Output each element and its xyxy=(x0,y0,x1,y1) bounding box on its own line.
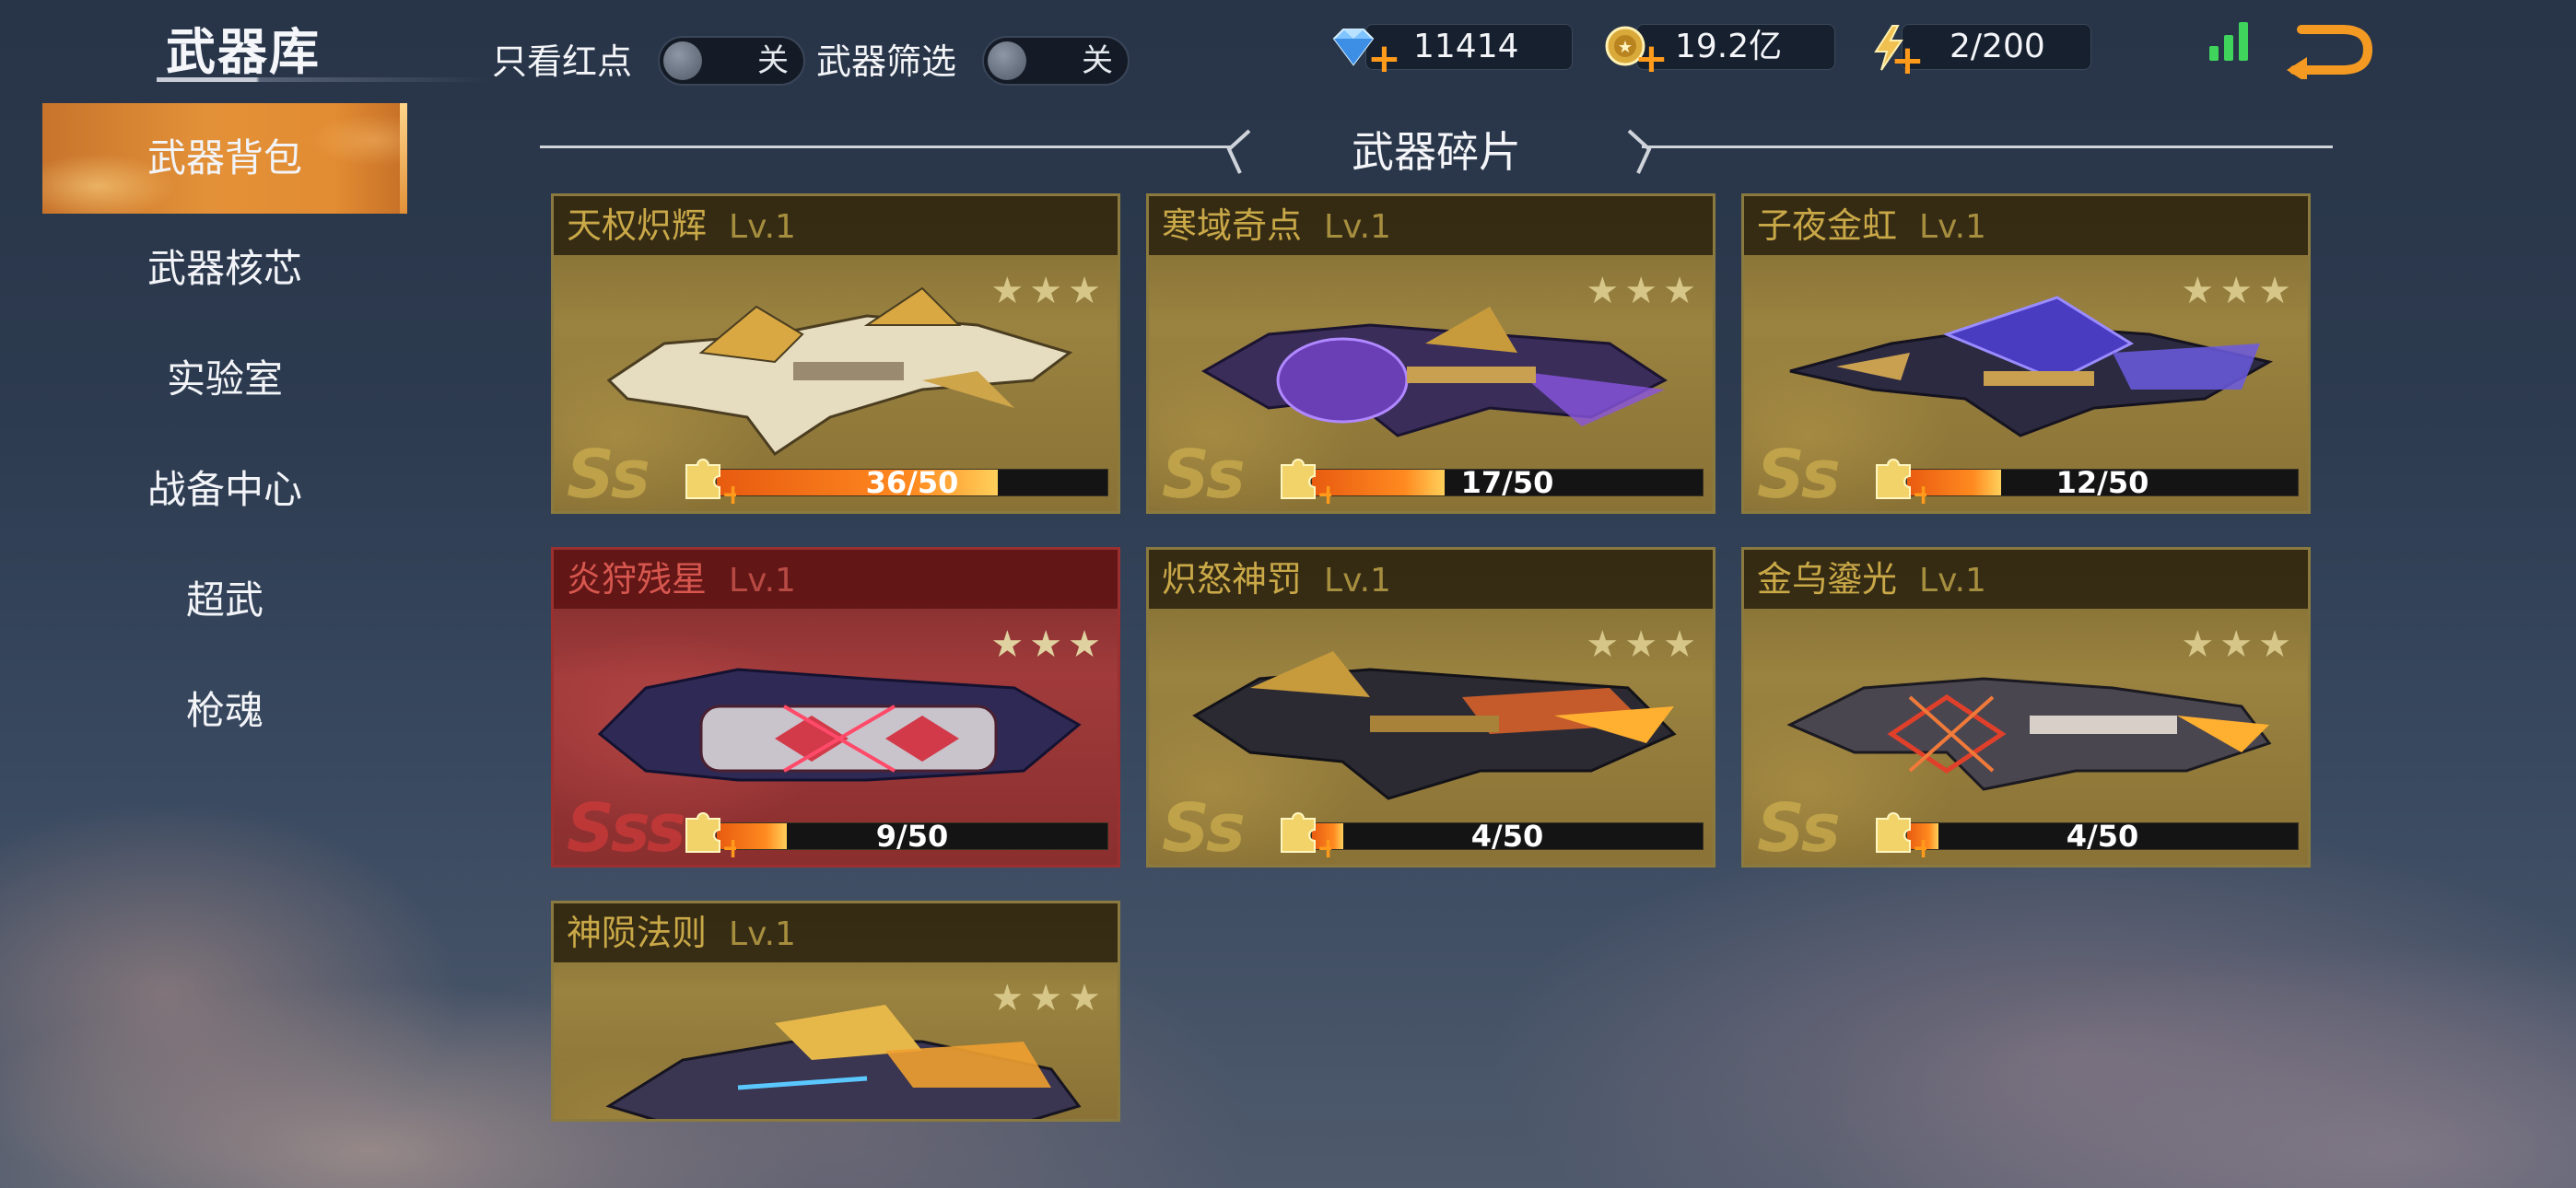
toggle-state: 关 xyxy=(1082,42,1113,79)
gold-count: 19.2亿 xyxy=(1675,28,1783,65)
weapon-level: Lv.1 xyxy=(729,208,796,246)
weapon-name: 神陨法则 xyxy=(567,913,708,953)
fragment-progress-bar: 9/50 xyxy=(716,819,1108,854)
weapon-grade: Ss xyxy=(1162,436,1246,513)
sidebar-item-label: 战备中心 xyxy=(146,467,302,512)
fragment-progress-bar: 4/50 xyxy=(1311,819,1704,854)
weapon-grade: Sss xyxy=(567,789,686,867)
weapon-level: Lv.1 xyxy=(1919,562,1986,600)
svg-text:+: + xyxy=(1912,833,1926,861)
svg-text:+: + xyxy=(1912,479,1926,507)
weapon-image xyxy=(1200,307,1668,437)
fragment-progress-text: 36/50 xyxy=(865,465,959,500)
weapon-image xyxy=(1789,296,2274,437)
svg-text:+: + xyxy=(721,479,736,507)
toggle-state: 关 xyxy=(757,42,789,79)
weapon-level: Lv.1 xyxy=(729,915,796,953)
weapon-name: 寒域奇点 xyxy=(1162,205,1303,246)
weapon-grade: Ss xyxy=(567,436,650,513)
weapon-level: Lv.1 xyxy=(729,562,796,600)
energy-count: 2/200 xyxy=(1950,28,2045,65)
svg-text:+: + xyxy=(721,833,736,861)
sidebar-item-readiness-center[interactable]: 战备中心 xyxy=(42,435,407,545)
add-fragment-icon[interactable]: + xyxy=(1869,804,1926,861)
weapon-level: Lv.1 xyxy=(1324,562,1391,600)
weapon-name: 炎狩残星 xyxy=(567,559,708,600)
svg-text:+: + xyxy=(1317,833,1331,861)
weapon-card[interactable]: 寒域奇点Lv.1 ★★★ Ss 17/50 + xyxy=(1146,193,1715,514)
fragment-progress-bar: 17/50 xyxy=(1311,465,1704,500)
weapon-name: 炽怒神罚 xyxy=(1162,559,1303,600)
weapon-name: 金乌鎏光 xyxy=(1757,559,1898,600)
svg-text:★: ★ xyxy=(1618,38,1633,57)
fragment-progress-text: 4/50 xyxy=(1470,819,1544,854)
weapon-filter-toggle[interactable]: 关 xyxy=(982,36,1130,86)
weapon-image xyxy=(606,286,1073,457)
weapon-image xyxy=(605,1005,1082,1119)
weapon-level: Lv.1 xyxy=(1919,208,1986,246)
red-dot-filter-label: 只看红点 xyxy=(492,41,633,82)
toggle-knob xyxy=(988,41,1026,80)
energy-resource[interactable]: + 2/200 xyxy=(1870,24,2091,81)
sidebar-item-label: 武器核芯 xyxy=(146,246,302,291)
diamond-resource[interactable]: + 11414 xyxy=(1329,24,1573,79)
sidebar-item-weapon-core[interactable]: 武器核芯 xyxy=(42,214,407,324)
page-title: 武器库 xyxy=(166,23,321,81)
sidebar-item-weapon-backpack[interactable]: 武器背包 xyxy=(42,103,407,214)
sidebar-item-label: 武器背包 xyxy=(146,135,302,181)
gold-resource[interactable]: ★ + 19.2亿 xyxy=(1603,24,1835,79)
add-fragment-icon[interactable]: + xyxy=(1274,450,1331,507)
weapon-card[interactable]: 天权炽辉Lv.1 ★★★ Ss 36/50 + xyxy=(551,193,1120,514)
fragment-progress-bar: 12/50 xyxy=(1906,465,2299,500)
bracket-right-icon xyxy=(1627,129,1652,174)
add-fragment-icon[interactable]: + xyxy=(1274,804,1331,861)
sidebar-item-label: 实验室 xyxy=(166,356,283,402)
weapon-card[interactable]: 炽怒神罚Lv.1 ★★★ Ss 4/50 + xyxy=(1146,547,1715,868)
fragment-progress-text: 4/50 xyxy=(2066,819,2139,854)
sidebar-item-label: 枪魂 xyxy=(185,688,263,733)
weapon-card[interactable]: 子夜金虹Lv.1 ★★★ Ss 12/50 + xyxy=(1741,193,2311,514)
weapon-filter-label: 武器筛选 xyxy=(816,41,957,82)
fragment-progress-bar: 4/50 xyxy=(1906,819,2299,854)
sidebar-item-laboratory[interactable]: 实验室 xyxy=(42,324,407,435)
section-title: 武器碎片 xyxy=(1352,127,1521,177)
weapon-grade: Ss xyxy=(1162,789,1246,867)
diamond-count: 11414 xyxy=(1413,28,1519,65)
section-header: 武器碎片 xyxy=(540,120,2333,184)
back-arrow-icon[interactable] xyxy=(2283,13,2375,79)
toggle-knob xyxy=(663,41,702,80)
add-gold-icon[interactable]: + xyxy=(1634,39,1669,79)
add-fragment-icon[interactable]: + xyxy=(679,450,736,507)
weapon-image xyxy=(1786,677,2272,791)
weapon-grade: Ss xyxy=(1757,436,1841,513)
add-energy-icon[interactable]: + xyxy=(1891,41,1925,81)
weapon-card[interactable]: 金乌鎏光Lv.1 ★★★ Ss 4/50 + xyxy=(1741,547,2311,868)
weapon-name: 天权炽辉 xyxy=(567,205,708,246)
fragment-progress-bar: 36/50 xyxy=(716,465,1108,500)
sidebar-item-super-weapon[interactable]: 超武 xyxy=(42,545,407,656)
weapon-level: Lv.1 xyxy=(1324,208,1391,246)
weapon-name: 子夜金虹 xyxy=(1757,205,1898,246)
weapon-card[interactable]: 神陨法则 Lv.1 ★★★ xyxy=(551,901,1120,1122)
top-bar: 武器库 只看红点 关 武器筛选 关 + 11414 ★ + 19.2亿 + 2/… xyxy=(0,0,2576,88)
svg-text:+: + xyxy=(1317,479,1331,507)
weapon-grade: Ss xyxy=(1757,789,1841,867)
sidebar-item-gun-soul[interactable]: 枪魂 xyxy=(42,656,407,766)
fragment-progress-text: 9/50 xyxy=(875,819,949,854)
add-fragment-icon[interactable]: + xyxy=(679,804,736,861)
weapon-card[interactable]: 炎狩残星Lv.1 ★★★ Sss 9/50 + xyxy=(551,547,1120,868)
sidebar: 武器背包 武器核芯 实验室 战备中心 超武 枪魂 xyxy=(42,103,407,766)
add-diamond-icon[interactable]: + xyxy=(1367,39,1401,79)
sidebar-item-label: 超武 xyxy=(185,577,263,623)
add-fragment-icon[interactable]: + xyxy=(1869,450,1926,507)
red-dot-filter-toggle[interactable]: 关 xyxy=(658,36,805,86)
fragment-progress-text: 12/50 xyxy=(2055,465,2149,500)
signal-strength-icon xyxy=(2207,20,2254,61)
fragment-progress-text: 17/50 xyxy=(1460,465,1554,500)
weapon-image xyxy=(1192,651,1677,800)
title-underline xyxy=(157,77,488,82)
